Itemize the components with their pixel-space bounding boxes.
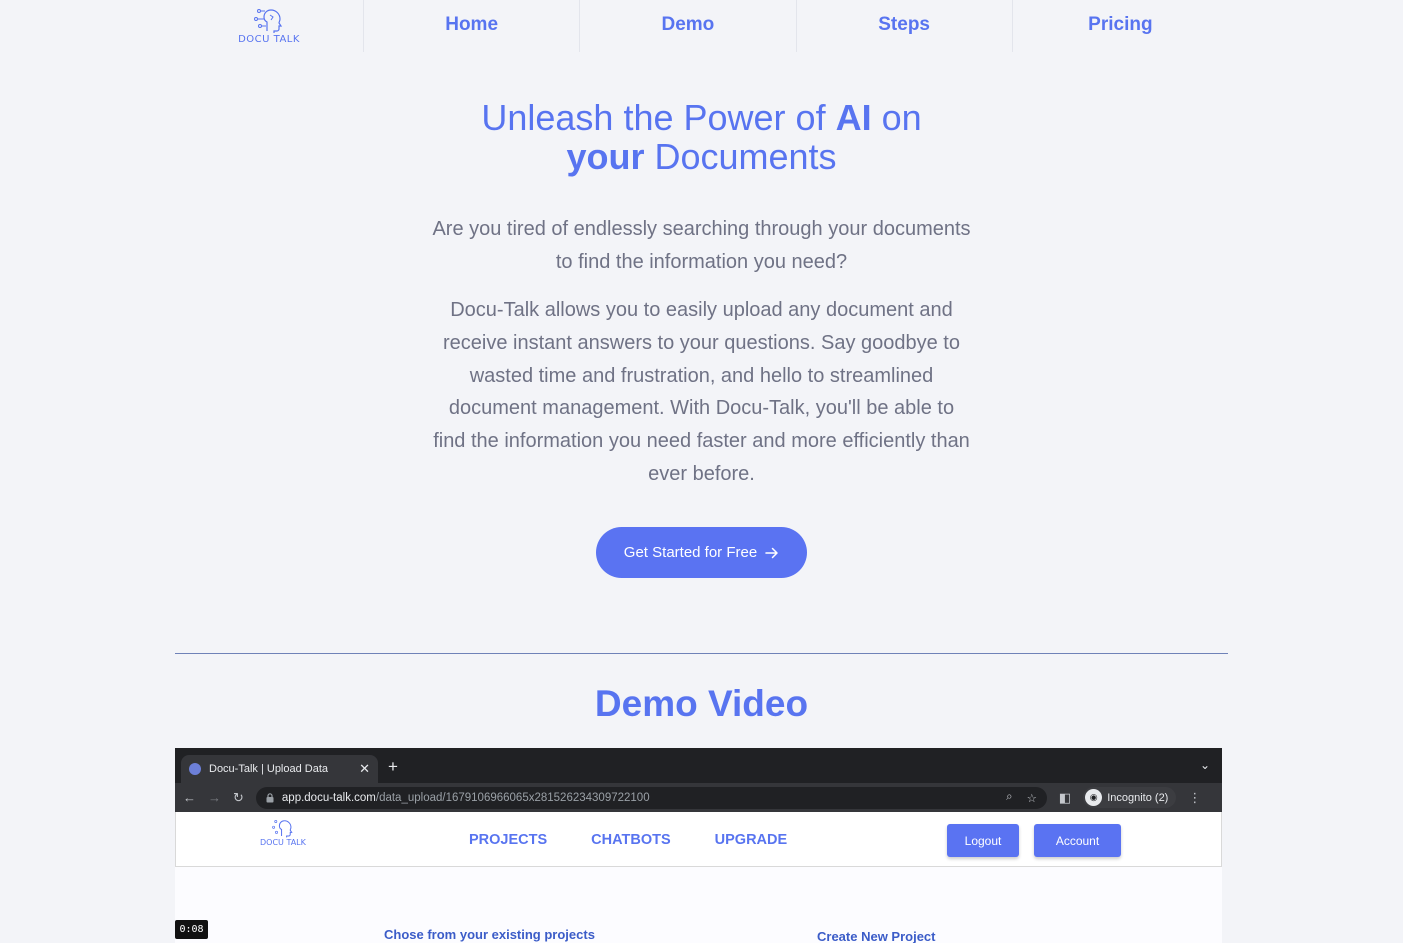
hero-title-bold2: your <box>566 136 645 177</box>
app-body: Chose from your existing projects Create… <box>175 867 1222 943</box>
star-icon[interactable]: ☆ <box>1027 791 1037 805</box>
close-icon[interactable]: ✕ <box>359 761 370 777</box>
app-logo-text: DOCU TALK <box>260 838 306 847</box>
hero-subtitle: Are you tired of endlessly searching thr… <box>432 218 971 273</box>
head-circuit-icon <box>272 820 293 838</box>
nav-home[interactable]: Home <box>364 0 581 52</box>
hero-title-part2: on <box>871 97 922 138</box>
app-header: DOCU TALK PROJECTS CHATBOTS UPGRADE Logo… <box>175 812 1222 867</box>
app-nav: PROJECTS CHATBOTS UPGRADE <box>469 832 787 848</box>
video-timestamp: 0:08 <box>175 920 208 939</box>
url-host: app.docu-talk.com <box>281 791 376 804</box>
app-nav-upgrade[interactable]: UPGRADE <box>715 832 788 848</box>
new-tab-icon[interactable]: + <box>388 757 398 777</box>
chevron-down-icon[interactable]: ⌄ <box>1200 758 1210 772</box>
tab-title: Docu-Talk | Upload Data <box>209 763 329 775</box>
hero-title-part1: Unleash the Power of <box>481 97 836 138</box>
logo-text: DOCU TALK <box>238 34 300 45</box>
incognito-icon: ◉ <box>1085 789 1103 806</box>
hero-title-part3: Documents <box>644 136 837 177</box>
section-divider <box>175 653 1228 654</box>
arrow-right-icon <box>765 547 778 558</box>
url-path: /data_upload/1679106966065x2815262343097… <box>375 791 650 804</box>
incognito-label: Incognito (2) <box>1107 791 1169 804</box>
browser-toolbar: ← → ↻ app.docu-talk.com/data_upload/1679… <box>175 783 1222 812</box>
app-nav-chatbots[interactable]: CHATBOTS <box>591 832 670 848</box>
forward-icon[interactable]: → <box>208 790 221 805</box>
nav-steps[interactable]: Steps <box>797 0 1013 52</box>
get-started-button[interactable]: Get Started for Free <box>596 527 807 578</box>
browser-tabbar: Docu-Talk | Upload Data ✕ + ⌄ <box>175 748 1222 783</box>
demo-video-player[interactable]: Docu-Talk | Upload Data ✕ + ⌄ ← → ↻ app.… <box>175 748 1222 943</box>
app-nav-projects[interactable]: PROJECTS <box>469 832 547 848</box>
back-icon[interactable]: ← <box>183 790 196 805</box>
existing-projects-link[interactable]: Chose from your existing projects <box>384 927 595 942</box>
top-nav: DOCU TALK Home Demo Steps Pricing <box>175 0 1228 52</box>
address-bar[interactable]: app.docu-talk.com/data_upload/1679106966… <box>255 786 1047 809</box>
demo-video-title: Demo Video <box>594 683 809 724</box>
incognito-badge[interactable]: ◉ Incognito (2) <box>1083 787 1177 808</box>
account-button[interactable]: Account <box>1034 824 1121 857</box>
lock-icon <box>266 792 274 802</box>
create-project-link[interactable]: Create New Project <box>817 929 936 943</box>
hero-body: Docu-Talk allows you to easily upload an… <box>433 299 970 485</box>
more-options-icon[interactable]: ⋮ <box>1188 790 1201 806</box>
app-logo[interactable]: DOCU TALK <box>260 818 306 847</box>
browser-tab[interactable]: Docu-Talk | Upload Data ✕ <box>181 755 378 783</box>
zoom-search-icon[interactable]: ⌕ <box>1006 791 1012 805</box>
get-started-label: Get Started for Free <box>623 544 758 561</box>
nav-demo[interactable]: Demo <box>580 0 797 52</box>
head-circuit-icon <box>254 9 283 33</box>
site-logo[interactable]: DOCU TALK <box>175 0 364 52</box>
side-panel-icon[interactable]: ◧ <box>1059 790 1071 806</box>
favicon-icon <box>189 763 201 775</box>
hero-title: Unleash the Power of AI on your Document… <box>401 98 1002 176</box>
nav-pricing[interactable]: Pricing <box>1013 0 1228 52</box>
hero-title-bold1: AI <box>835 97 872 138</box>
reload-icon[interactable]: ↻ <box>233 790 244 806</box>
logout-button[interactable]: Logout <box>947 824 1019 857</box>
